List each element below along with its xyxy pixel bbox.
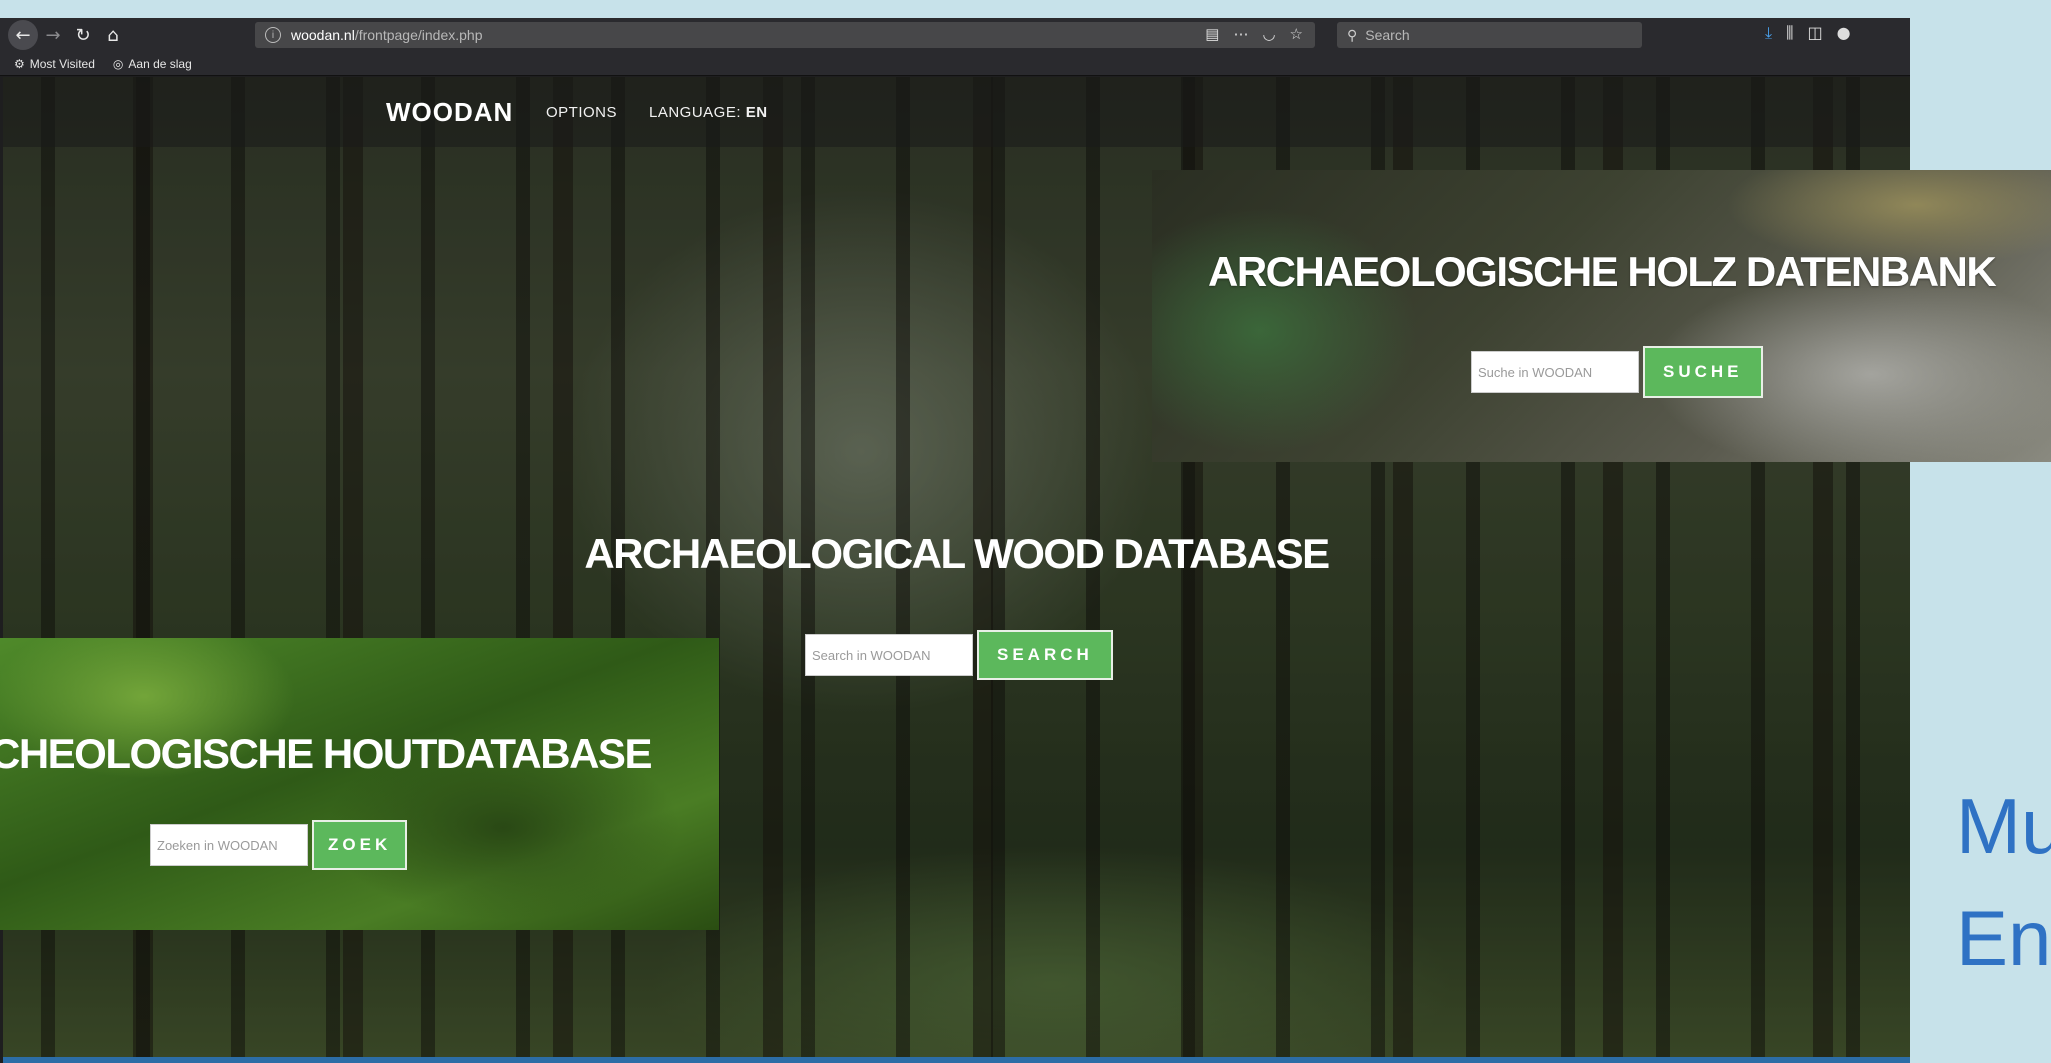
search-button[interactable]: SEARCH — [977, 630, 1113, 680]
gear-icon: ⚙ — [14, 56, 25, 71]
back-icon[interactable]: ← — [8, 20, 38, 50]
german-version-screenshot: ARCHAEOLOGISCHE HOLZ DATENBANK SUCHE — [1152, 170, 2051, 462]
browser-search-placeholder: Search — [1365, 27, 1410, 43]
bookmark-label: Most Visited — [29, 56, 95, 71]
url-path: /frontpage/index.php — [354, 27, 483, 43]
bookmark-star-icon[interactable]: ☆ — [1290, 25, 1303, 43]
dutch-search-form: ZOEK — [150, 820, 408, 870]
library-icon[interactable]: ⫼ — [1786, 23, 1793, 43]
url-host: woodan.nl — [291, 27, 355, 43]
bookmark-most-visited[interactable]: ⚙ Most Visited — [14, 57, 95, 71]
toolbar-right-icons: ⤓ ⫼ ◫ ● — [1765, 23, 1851, 43]
page-title: ARCHAEOLOGICAL WOOD DATABASE — [584, 530, 1330, 577]
nav-language-value: EN — [745, 104, 768, 121]
german-title: ARCHAEOLOGISCHE HOLZ DATENBANK — [1208, 248, 1997, 295]
dutch-version-screenshot: CHEOLOGISCHE HOUTDATABASE ZOEK — [0, 638, 719, 930]
reader-view-icon[interactable]: ▤ — [1205, 25, 1219, 43]
pocket-icon[interactable]: ◡ — [1262, 25, 1275, 43]
site-info-icon[interactable]: i — [265, 27, 281, 43]
more-actions-icon[interactable]: ⋯ — [1233, 25, 1248, 43]
page-bottom-bar — [3, 1057, 1910, 1063]
nav-language[interactable]: LANGUAGE: EN — [649, 104, 768, 121]
dutch-title: CHEOLOGISCHE HOUTDATABASE — [0, 730, 652, 777]
nav-options[interactable]: OPTIONS — [546, 104, 617, 121]
slide-caption-line-2: En — [1956, 894, 2051, 982]
site-navbar: WOODAN OPTIONS LANGUAGE: EN — [3, 77, 1910, 147]
browser-search-input[interactable]: ⚲ Search — [1337, 22, 1642, 48]
url-bar[interactable]: i woodan.nl/frontpage/index.php ▤ ⋯ ◡ ☆ — [255, 22, 1315, 48]
main-search-form: SEARCH — [805, 630, 1113, 680]
download-icon[interactable]: ⤓ — [1765, 23, 1772, 43]
nav-language-label: LANGUAGE: — [649, 104, 742, 121]
bookmark-label: Aan de slag — [128, 56, 192, 71]
german-search-form: SUCHE — [1471, 346, 1763, 398]
dutch-search-button[interactable]: ZOEK — [312, 820, 408, 870]
slide-caption: Mu En — [1956, 770, 2051, 994]
reload-icon[interactable]: ↻ — [68, 20, 98, 50]
site-brand[interactable]: WOODAN — [386, 97, 513, 128]
sidebar-icon[interactable]: ◫ — [1807, 23, 1822, 43]
globe-icon: ◎ — [112, 56, 124, 71]
german-search-button[interactable]: SUCHE — [1643, 346, 1763, 398]
browser-toolbar: ← → ↻ ⌂ i woodan.nl/frontpage/index.php … — [0, 18, 1910, 52]
search-icon: ⚲ — [1347, 26, 1358, 43]
dutch-search-input[interactable] — [150, 824, 308, 866]
home-icon[interactable]: ⌂ — [98, 20, 128, 50]
bookmark-aan-de-slag[interactable]: ◎ Aan de slag — [113, 57, 192, 71]
forward-icon[interactable]: → — [38, 20, 68, 50]
search-input[interactable] — [805, 634, 973, 676]
bookmarks-toolbar: ⚙ Most Visited ◎ Aan de slag — [0, 52, 1910, 76]
slide-caption-line-1: Mu — [1956, 782, 2051, 870]
profile-icon[interactable]: ● — [1837, 23, 1851, 43]
url-bar-actions: ▤ ⋯ ◡ ☆ — [1205, 25, 1303, 43]
german-search-input[interactable] — [1471, 351, 1639, 393]
